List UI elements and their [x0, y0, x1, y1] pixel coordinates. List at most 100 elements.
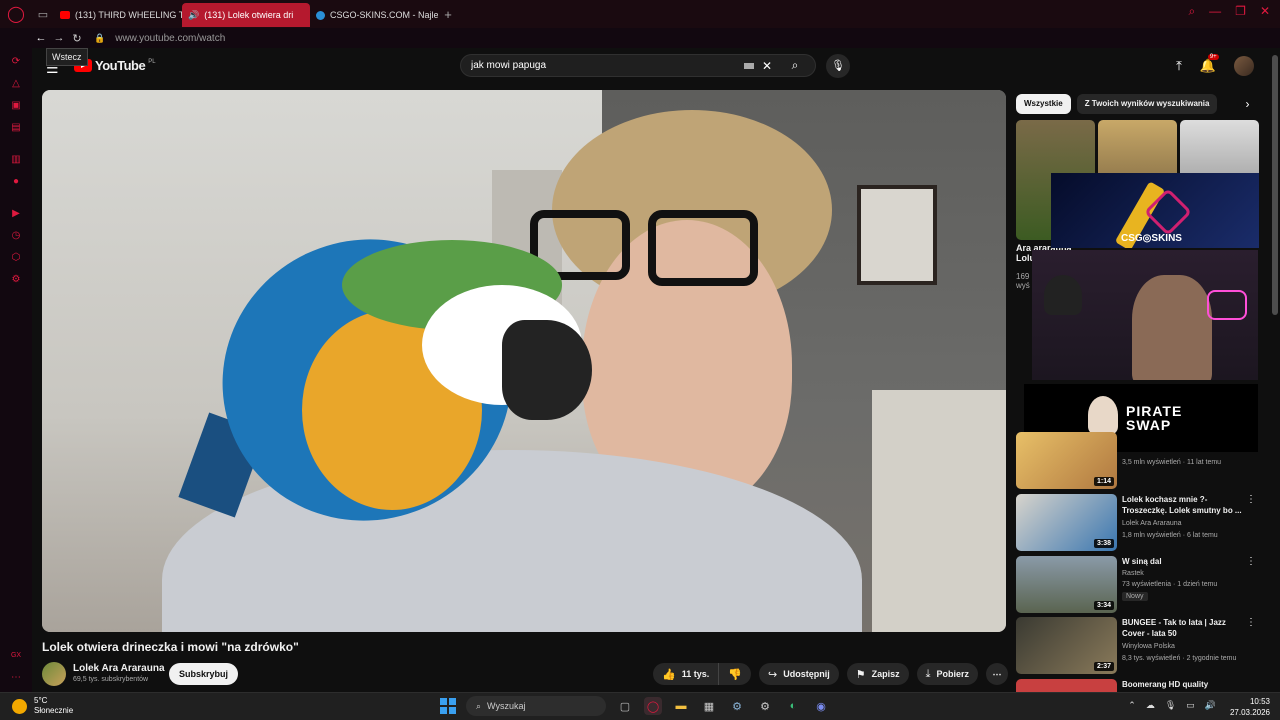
taskbar-search-label: Wyszukaj	[487, 701, 526, 711]
recommended-video[interactable]: 3:34 W siną dal Rastek 73 wyświetlenia ·…	[1016, 556, 1266, 613]
edge-icon[interactable]: ◐	[784, 697, 802, 715]
save-label: Zapisz	[871, 669, 900, 679]
chevron-up-icon[interactable]: ⌃	[1128, 700, 1136, 711]
chip-all[interactable]: Wszystkie	[1016, 94, 1071, 114]
short-meta: 169 wyś	[1016, 272, 1030, 290]
kebab-menu-icon[interactable]: ⋮	[1246, 494, 1256, 505]
clock[interactable]: 10:53 27.03.2026	[1230, 696, 1270, 718]
new-tab-button[interactable]: +	[438, 4, 458, 24]
csgo-skins-ad[interactable]: CSG◎SKINS	[1051, 173, 1259, 248]
recommended-video[interactable]: 2:37 BUNGEE - Tak to lata | Jazz Cover -…	[1016, 617, 1266, 674]
rec-meta: 8,3 tys. wyświetleń · 2 tygodnie temu	[1122, 655, 1237, 662]
messenger-icon[interactable]: ▣	[10, 100, 22, 112]
history-icon[interactable]: ◷	[10, 230, 22, 242]
search-icon: ⌕	[476, 700, 482, 711]
maximize-button[interactable]: ❐	[1235, 4, 1246, 19]
opera-gx-icon[interactable]: ◯	[0, 0, 32, 28]
file-explorer-icon[interactable]: ▬	[672, 697, 690, 715]
lock-icon[interactable]: 🔒	[94, 33, 105, 44]
cloud-icon[interactable]: ☁	[1146, 700, 1155, 711]
like-button[interactable]: 👍 11 tys.	[662, 663, 720, 685]
search-box: ✕ ⌕	[460, 54, 816, 77]
twitch-icon[interactable]: ▥	[10, 154, 22, 166]
dislike-button[interactable]: 👎	[719, 668, 751, 681]
weather-widget[interactable]: 5°C Słonecznie	[12, 696, 73, 716]
tab-csgo-skins[interactable]: CSGO-SKINS.COM - Najle	[310, 3, 438, 27]
header-actions: ⤒ 🔔 9+	[1176, 54, 1254, 76]
search-input[interactable]	[461, 60, 736, 71]
gx-corner-icon[interactable]: △	[10, 78, 22, 90]
network-icon[interactable]: ▭	[1186, 700, 1195, 711]
voice-search-button[interactable]: 🎙	[826, 54, 850, 78]
tab-overview-icon[interactable]: ▭	[32, 0, 54, 28]
steam-icon[interactable]: ⚙	[728, 697, 746, 715]
ad-brand-line1: PIRATE	[1126, 403, 1183, 419]
bookmark-icon: ⚑	[855, 668, 866, 681]
video-thumbnail: 2:37	[1016, 617, 1117, 674]
short-meta-line: 169	[1016, 272, 1030, 281]
settings-icon[interactable]: ⚙	[10, 274, 22, 286]
video-actions: 👍 11 tys. 👎 ↪ Udostępnij ⚑ Zapisz ⤓ Pobierz …	[653, 663, 1008, 685]
subscriber-count: 69,5 tys. subskrybentów	[73, 676, 149, 683]
tab-lolek-active[interactable]: 🔊 (131) Lolek otwiera dri	[182, 3, 310, 27]
discord-icon[interactable]: ◉	[812, 697, 830, 715]
recommended-video[interactable]: 3:38 Lolek kochasz mnie ?- Troszeczkę. L…	[1016, 494, 1266, 551]
clear-search-icon[interactable]: ✕	[762, 59, 772, 73]
url-field[interactable]: www.youtube.com/watch	[115, 33, 225, 44]
task-view-icon[interactable]: ▢	[616, 697, 634, 715]
channel-avatar[interactable]	[42, 662, 66, 686]
windows-taskbar: 5°C Słonecznie ⌕ Wyszukaj ▢ ◯ ▬ ▦ ⚙ ⚙ ◐ ◉…	[0, 692, 1280, 720]
kebab-menu-icon[interactable]: ⋮	[1246, 556, 1256, 567]
rec-meta: 1,8 mln wyświetleń · 6 lat temu	[1122, 532, 1218, 539]
taskbar-search[interactable]: ⌕ Wyszukaj	[466, 696, 606, 716]
store-icon[interactable]: ▦	[700, 697, 718, 715]
address-bar: ← → ↻ 🔒 www.youtube.com/watch	[0, 28, 1280, 48]
youtube-sidebar-icon[interactable]: ●	[10, 176, 22, 188]
subscribe-button[interactable]: Subskrybuj	[169, 663, 239, 685]
notifications-icon[interactable]: 🔔 9+	[1200, 54, 1219, 74]
start-button[interactable]	[440, 698, 456, 714]
player-icon[interactable]: ▶	[10, 208, 22, 220]
keyboard-icon[interactable]	[744, 62, 754, 69]
chevron-right-icon[interactable]: ›	[1245, 97, 1249, 111]
chip-from-search[interactable]: Z Twoich wyników wyszukiwania	[1076, 94, 1218, 114]
forward-button[interactable]: →	[50, 32, 68, 44]
upload-icon[interactable]: ⤒	[1176, 58, 1182, 74]
extensions-icon[interactable]: ⬡	[10, 252, 22, 264]
tab-third-wheeling[interactable]: (131) THIRD WHEELING TH	[54, 3, 182, 27]
back-button[interactable]: ←	[32, 32, 50, 44]
youtube-icon	[60, 11, 70, 19]
download-label: Pobierz	[936, 669, 969, 679]
duration: 1:14	[1093, 477, 1114, 486]
volume-icon[interactable]: 🔊	[1205, 700, 1216, 711]
download-button[interactable]: ⤓ Pobierz	[916, 663, 978, 685]
rec-title: BUNGEE - Tak to lata | Jazz Cover - lata…	[1122, 618, 1226, 638]
page-scrollbar[interactable]	[1272, 55, 1278, 315]
more-actions-button[interactable]: ⋯	[986, 663, 1008, 685]
download-icon: ⤓	[925, 667, 931, 680]
recommended-video[interactable]: 1:14 3,5 mln wyświetleń · 11 lat temu	[1016, 432, 1266, 489]
more-icon[interactable]: ⋯	[10, 672, 22, 684]
reload-button[interactable]: ↻	[68, 32, 86, 45]
browser-tab-bar: ◯ ▭ (131) THIRD WHEELING TH 🔊 (131) Lole…	[0, 0, 1280, 28]
close-window-button[interactable]: ✕	[1260, 4, 1270, 19]
rec-title: Lolek kochasz mnie ?- Troszeczkę. Lolek …	[1122, 495, 1242, 515]
opera-gx-taskbar-icon[interactable]: ◯	[644, 697, 662, 715]
stream-overlay	[1032, 250, 1258, 380]
settings-taskbar-icon[interactable]: ⚙	[756, 697, 774, 715]
ad-brand: CSG◎SKINS	[1121, 233, 1182, 244]
gx-control-icon[interactable]: ⟳	[10, 56, 22, 68]
search-button[interactable]: ⌕	[775, 55, 815, 76]
search-tabs-icon[interactable]: ⌕	[1188, 4, 1195, 19]
minimize-button[interactable]: —	[1209, 4, 1221, 19]
account-avatar[interactable]	[1234, 56, 1254, 76]
video-player[interactable]	[42, 90, 1006, 632]
kebab-menu-icon[interactable]: ⋮	[1246, 617, 1256, 628]
recommended-video[interactable]: Boomerang HD quality	[1016, 679, 1266, 692]
channel-name[interactable]: Lolek Ara Ararauna	[73, 663, 165, 674]
save-button[interactable]: ⚑ Zapisz	[846, 663, 909, 685]
share-button[interactable]: ↪ Udostępnij	[759, 663, 839, 685]
microphone-icon[interactable]: 🎙	[1165, 700, 1176, 711]
clock-time: 10:53	[1249, 697, 1270, 706]
mail-icon[interactable]: ▤	[10, 122, 22, 134]
